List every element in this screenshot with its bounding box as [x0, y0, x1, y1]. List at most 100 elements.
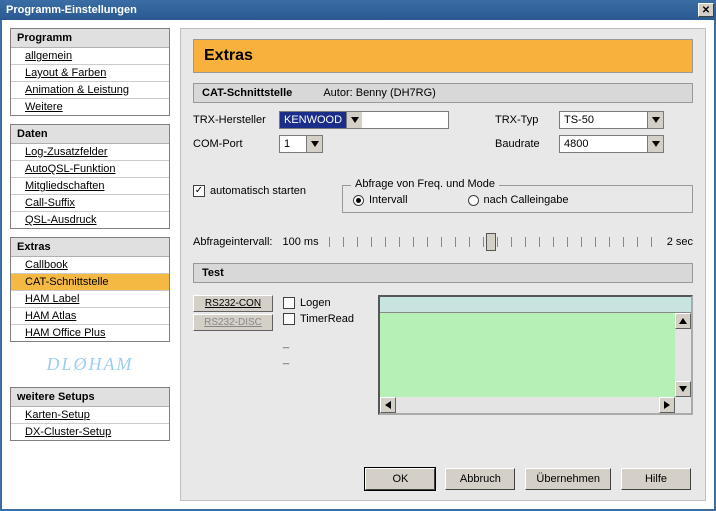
chevron-down-icon[interactable]: [346, 112, 362, 128]
cat-section-header: CAT-Schnittstelle Autor: Benny (DH7RG): [193, 83, 693, 103]
combo-value: TS-50: [560, 112, 647, 128]
checkbox-icon: [283, 297, 295, 309]
navitem-layout-farben[interactable]: Layout & Farben: [11, 65, 169, 82]
check-label: automatisch starten: [210, 185, 306, 197]
chevron-down-icon[interactable]: [306, 136, 322, 152]
test-output-pane: [378, 295, 693, 415]
test-header-label: Test: [202, 267, 224, 279]
uebernehmen-button[interactable]: Übernehmen: [525, 468, 611, 490]
navitem-dx-cluster-setup[interactable]: DX-Cluster-Setup: [11, 424, 169, 440]
test-area: RS232-CON RS232-DISC Logen TimerRead _ _: [193, 295, 693, 415]
check-label: TimerRead: [300, 313, 354, 325]
navgroup-extras: Extras Callbook CAT-Schnittstelle HAM La…: [10, 237, 170, 342]
navitem-ham-atlas[interactable]: HAM Atlas: [11, 308, 169, 325]
navgroup-header: Extras: [11, 238, 169, 257]
label-abfrageintervall: Abfrageintervall:: [193, 236, 273, 248]
navitem-mitgliedschaften[interactable]: Mitgliedschaften: [11, 178, 169, 195]
combo-value: KENWOOD: [280, 112, 346, 128]
test-output-body: [380, 313, 691, 397]
scroll-down-icon[interactable]: [675, 381, 691, 397]
page-title: Extras: [193, 39, 693, 73]
row-autostart-abfrage: ✓ automatisch starten Abfrage von Freq. …: [193, 185, 693, 213]
combo-trx-hersteller[interactable]: KENWOOD: [279, 111, 449, 129]
vertical-scrollbar[interactable]: [675, 313, 691, 397]
test-dash1: _: [283, 337, 368, 349]
check-logen[interactable]: Logen: [283, 297, 368, 309]
brand-logo: DLØHAM: [10, 350, 170, 379]
slider-min: 100 ms: [283, 236, 319, 248]
combo-value: 4800: [560, 136, 647, 152]
combo-baudrate[interactable]: 4800: [559, 135, 664, 153]
checkbox-icon: [283, 313, 295, 325]
row-trx: TRX-Hersteller KENWOOD TRX-Typ TS-50: [193, 111, 693, 129]
chevron-down-icon[interactable]: [647, 112, 663, 128]
label-baudrate: Baudrate: [495, 138, 551, 150]
check-timerread[interactable]: TimerRead: [283, 313, 368, 325]
combo-value: 1: [280, 136, 306, 152]
navitem-qsl-ausdruck[interactable]: QSL-Ausdruck: [11, 212, 169, 228]
slider-thumb[interactable]: [486, 233, 496, 251]
navitem-callbook[interactable]: Callbook: [11, 257, 169, 274]
main-panel: Extras CAT-Schnittstelle Autor: Benny (D…: [180, 28, 706, 501]
scroll-up-icon[interactable]: [675, 313, 691, 329]
row-abfrageintervall: Abfrageintervall: 100 ms 2 sec: [193, 231, 693, 253]
navitem-cat-schnittstelle[interactable]: CAT-Schnittstelle: [11, 274, 169, 291]
scroll-right-icon[interactable]: [659, 397, 675, 413]
navgroup-header: weitere Setups: [11, 388, 169, 407]
checkbox-icon: ✓: [193, 185, 205, 197]
radio-label: Intervall: [369, 194, 408, 206]
groupbox-abfrage: Abfrage von Freq. und Mode Intervall nac…: [342, 185, 693, 213]
groupbox-legend: Abfrage von Freq. und Mode: [351, 178, 499, 190]
navgroup-daten: Daten Log-Zusatzfelder AutoQSL-Funktion …: [10, 124, 170, 229]
test-dash2: _: [283, 353, 368, 365]
navitem-karten-setup[interactable]: Karten-Setup: [11, 407, 169, 424]
radio-calleingabe[interactable]: nach Calleingabe: [468, 194, 569, 206]
navitem-ham-label[interactable]: HAM Label: [11, 291, 169, 308]
label-trx-hersteller: TRX-Hersteller: [193, 114, 271, 126]
radio-icon: [468, 195, 479, 206]
navitem-call-suffix[interactable]: Call-Suffix: [11, 195, 169, 212]
client-area: Programm allgemein Layout & Farben Anima…: [0, 20, 716, 511]
check-autostart[interactable]: ✓ automatisch starten: [193, 185, 306, 197]
slider-max: 2 sec: [667, 236, 693, 248]
abbruch-button[interactable]: Abbruch: [445, 468, 515, 490]
cat-header-label: CAT-Schnittstelle: [202, 87, 292, 99]
cat-author: Autor: Benny (DH7RG): [323, 87, 435, 99]
window-title: Programm-Einstellungen: [6, 4, 137, 16]
radio-label: nach Calleingabe: [484, 194, 569, 206]
navitem-allgemein[interactable]: allgemein: [11, 48, 169, 65]
footer-buttons: OK Abbruch Übernehmen Hilfe: [365, 468, 691, 490]
close-icon[interactable]: ✕: [698, 3, 714, 17]
combo-trx-typ[interactable]: TS-50: [559, 111, 664, 129]
test-output-header: [380, 297, 691, 313]
slider-intervall[interactable]: [329, 231, 657, 253]
navitem-autoqsl-funktion[interactable]: AutoQSL-Funktion: [11, 161, 169, 178]
navgroup-header: Programm: [11, 29, 169, 48]
sidebar: Programm allgemein Layout & Farben Anima…: [10, 28, 170, 501]
check-label: Logen: [300, 297, 331, 309]
test-section-header: Test: [193, 263, 693, 283]
navgroup-weitere-setups: weitere Setups Karten-Setup DX-Cluster-S…: [10, 387, 170, 441]
chevron-down-icon[interactable]: [647, 136, 663, 152]
navgroup-header: Daten: [11, 125, 169, 144]
hilfe-button[interactable]: Hilfe: [621, 468, 691, 490]
navitem-weitere[interactable]: Weitere: [11, 99, 169, 115]
button-rs232-con[interactable]: RS232-CON: [193, 295, 273, 312]
rs-buttons: RS232-CON RS232-DISC: [193, 295, 273, 415]
label-com-port: COM-Port: [193, 138, 271, 150]
label-trx-typ: TRX-Typ: [495, 114, 551, 126]
row-com-baud: COM-Port 1 Baudrate 4800: [193, 135, 693, 153]
ok-button[interactable]: OK: [365, 468, 435, 490]
test-checks: Logen TimerRead _ _: [283, 295, 368, 415]
navitem-ham-office-plus[interactable]: HAM Office Plus: [11, 325, 169, 341]
radio-icon: [353, 195, 364, 206]
navitem-log-zusatzfelder[interactable]: Log-Zusatzfelder: [11, 144, 169, 161]
navgroup-programm: Programm allgemein Layout & Farben Anima…: [10, 28, 170, 116]
radio-intervall[interactable]: Intervall: [353, 194, 408, 206]
button-rs232-disc: RS232-DISC: [193, 314, 273, 331]
combo-com-port[interactable]: 1: [279, 135, 323, 153]
horizontal-scrollbar[interactable]: [380, 397, 691, 413]
scroll-left-icon[interactable]: [380, 397, 396, 413]
navitem-animation-leistung[interactable]: Animation & Leistung: [11, 82, 169, 99]
titlebar: Programm-Einstellungen ✕: [0, 0, 716, 20]
